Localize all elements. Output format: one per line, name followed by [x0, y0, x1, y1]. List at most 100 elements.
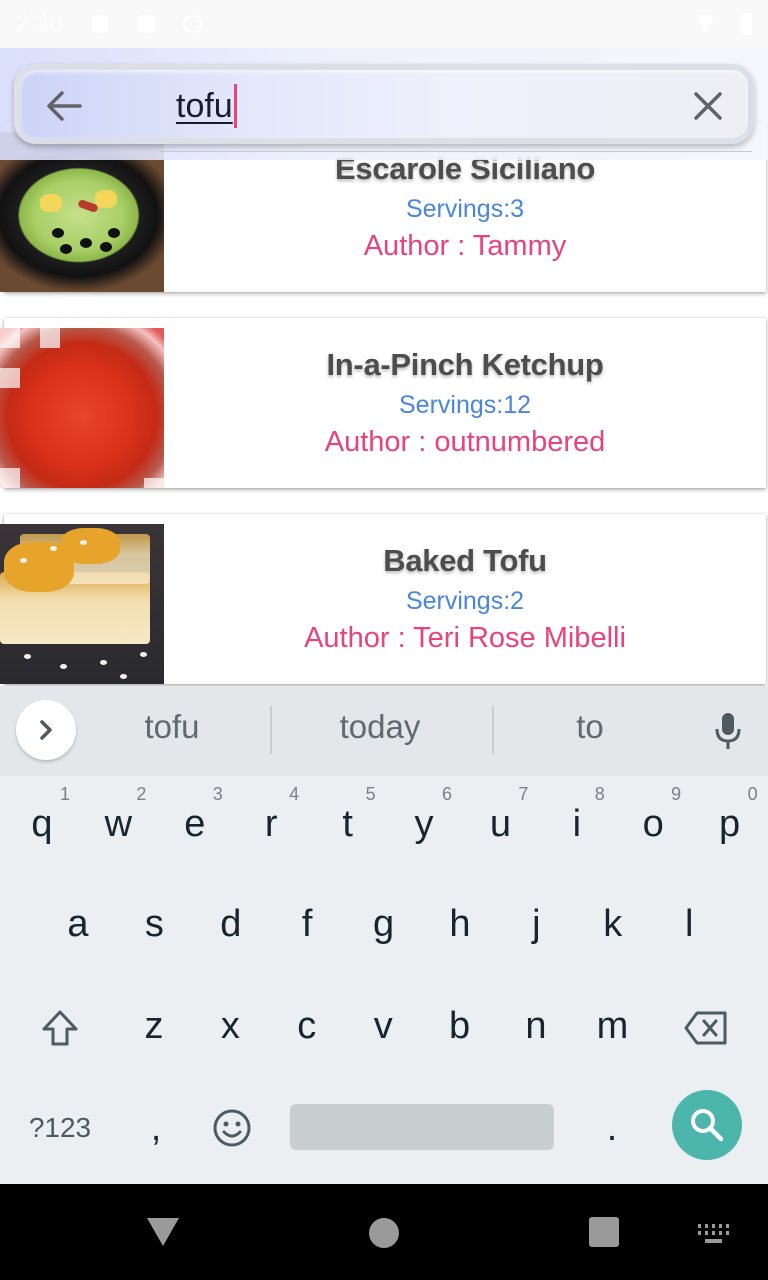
key[interactable]: w2 — [80, 778, 156, 870]
key[interactable]: u7 — [462, 778, 538, 870]
key-hint: 2 — [136, 784, 147, 804]
suggestion-bar: tofu today to — [0, 686, 768, 776]
key[interactable]: e3 — [157, 778, 233, 870]
key[interactable]: s — [116, 878, 192, 970]
key[interactable]: i8 — [539, 778, 615, 870]
symbols-key[interactable]: ?123 — [22, 1082, 98, 1174]
search-query: tofu — [176, 86, 233, 125]
divider — [160, 151, 752, 152]
comma-key[interactable]: , — [118, 1082, 194, 1174]
search-box: tofu — [14, 64, 754, 144]
key-label: p — [719, 802, 741, 845]
key[interactable]: d — [193, 878, 269, 970]
key-label: n — [525, 1004, 547, 1047]
shift-key[interactable] — [22, 982, 98, 1074]
key[interactable]: j — [498, 878, 574, 970]
signal-icon — [696, 15, 716, 33]
backspace-key[interactable] — [668, 982, 744, 1074]
clear-search-button[interactable] — [686, 84, 730, 128]
nav-back-icon[interactable] — [147, 1218, 179, 1246]
recipe-image — [0, 328, 164, 488]
expand-toolbar-button[interactable] — [16, 700, 76, 760]
key[interactable]: f — [269, 878, 345, 970]
key[interactable]: a — [40, 878, 116, 970]
key-label: i — [572, 802, 582, 845]
key[interactable]: b — [422, 980, 498, 1072]
divider — [270, 706, 272, 754]
key[interactable]: m — [574, 980, 650, 1072]
key-label: g — [373, 902, 395, 945]
recipe-title: Baked Tofu — [383, 543, 547, 578]
key-label: w — [104, 802, 133, 845]
key[interactable]: l — [651, 878, 727, 970]
recipe-servings: Servings:2 — [405, 587, 525, 615]
search-action-key[interactable] — [672, 1090, 742, 1160]
recipe-info: Baked Tofu Servings:2 Author : Teri Rose… — [164, 514, 766, 684]
key-label: t — [342, 802, 353, 845]
recipe-card[interactable]: Baked Tofu Servings:2 Author : Teri Rose… — [0, 514, 766, 684]
key[interactable]: r4 — [233, 778, 309, 870]
key-hint: 8 — [594, 784, 605, 804]
recipe-card[interactable]: In-a-Pinch Ketchup Servings:12 Author : … — [0, 318, 766, 488]
key[interactable]: x — [192, 980, 268, 1072]
key-label: y — [414, 802, 434, 845]
recipe-image — [0, 524, 164, 684]
key-label: a — [67, 902, 89, 945]
suggestion-item[interactable]: today — [280, 708, 480, 746]
status-time: 2:30 — [16, 10, 63, 37]
search-input[interactable]: tofu — [176, 82, 237, 130]
sync-icon — [182, 14, 203, 34]
key[interactable]: z — [116, 980, 192, 1072]
recipe-info: In-a-Pinch Ketchup Servings:12 Author : … — [164, 318, 766, 488]
key-label: k — [603, 902, 623, 945]
key-label: v — [373, 1004, 393, 1047]
key-label: d — [220, 902, 242, 945]
search-icon — [691, 1109, 724, 1142]
chevron-right-icon — [40, 720, 52, 740]
key-label: c — [297, 1004, 317, 1047]
key[interactable]: q1 — [4, 778, 80, 870]
key[interactable]: c — [269, 980, 345, 1072]
key[interactable]: h — [422, 878, 498, 970]
key[interactable]: o9 — [615, 778, 691, 870]
key-hint: 0 — [747, 784, 758, 804]
emoji-key[interactable] — [194, 1082, 270, 1174]
key-hint: 1 — [59, 784, 70, 804]
key-hint: 6 — [441, 784, 452, 804]
key-label: r — [264, 802, 278, 845]
key[interactable]: v — [345, 980, 421, 1072]
key-label: s — [144, 902, 164, 945]
key-label: u — [489, 802, 511, 845]
nav-recents-icon[interactable] — [589, 1217, 619, 1247]
key[interactable]: p0 — [692, 778, 768, 870]
notification-icon — [90, 15, 109, 33]
key-hint: 7 — [518, 784, 529, 804]
period-key[interactable]: . — [574, 1082, 650, 1174]
key-label: e — [184, 802, 206, 845]
voice-input-button[interactable] — [706, 708, 750, 754]
key-hint: 5 — [365, 784, 376, 804]
key[interactable]: n — [498, 980, 574, 1072]
recipe-servings: Servings:12 — [398, 391, 532, 419]
space-key[interactable] — [290, 1104, 554, 1150]
back-button[interactable] — [42, 84, 86, 128]
key[interactable]: k — [575, 878, 651, 970]
key-hint: 3 — [212, 784, 223, 804]
key-label: l — [684, 902, 694, 945]
key-label: j — [532, 902, 541, 945]
key-label: f — [301, 902, 313, 945]
key-label: h — [449, 902, 471, 945]
key[interactable]: g — [346, 878, 422, 970]
recipe-servings: Servings:3 — [405, 195, 525, 223]
keyboard-switch-icon[interactable] — [698, 1224, 730, 1246]
suggestion-item[interactable]: to — [490, 708, 690, 746]
shift-icon — [42, 1010, 78, 1046]
suggestion-item[interactable]: tofu — [72, 708, 272, 746]
backspace-icon — [684, 1011, 727, 1045]
key[interactable]: t5 — [310, 778, 386, 870]
nav-home-icon[interactable] — [369, 1218, 399, 1248]
key-label: q — [31, 802, 53, 845]
key-label: m — [596, 1004, 629, 1047]
recipe-author: Author : Teri Rose Mibelli — [304, 622, 626, 654]
key[interactable]: y6 — [386, 778, 462, 870]
